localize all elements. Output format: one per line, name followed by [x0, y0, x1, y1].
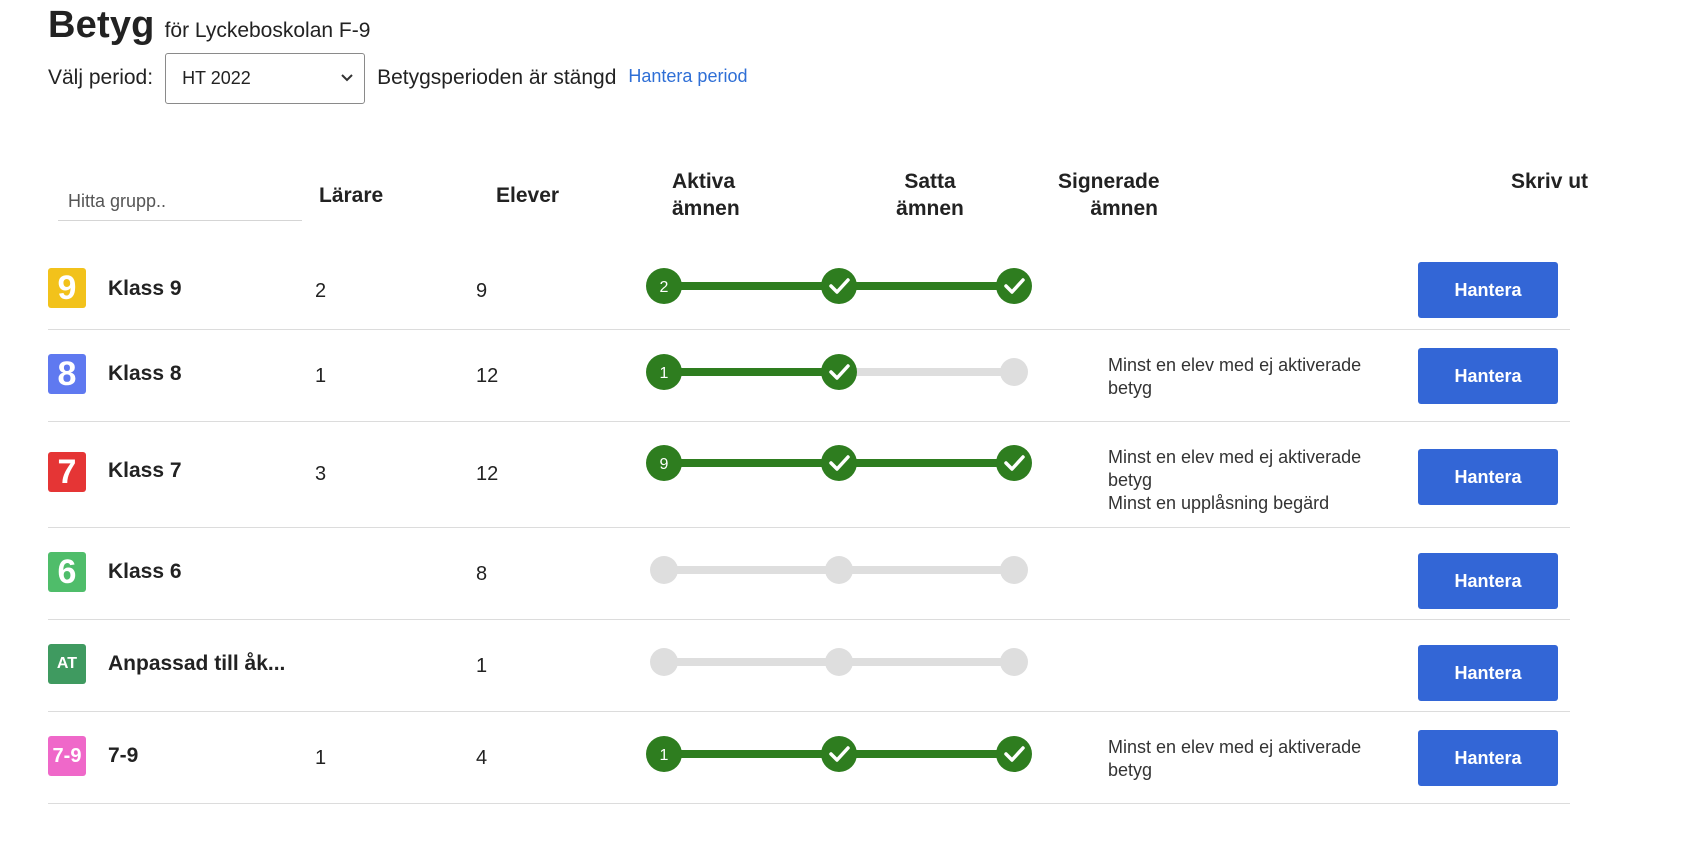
signed-step	[1000, 648, 1028, 676]
group-name: 7-9	[108, 744, 139, 767]
status-notes: Minst en elev med ej aktiverade betyg	[1108, 354, 1398, 400]
column-signed-line2: ämnen	[1090, 197, 1158, 220]
group-badge: 7	[48, 452, 86, 492]
status-notes: Minst en elev med ej aktiverade betyg	[1108, 736, 1398, 782]
manage-button[interactable]: Hantera	[1418, 348, 1558, 404]
group-search-input[interactable]	[58, 182, 302, 220]
set-step	[821, 445, 857, 481]
period-bar: Välj period: HT 2022 Betygsperioden är s…	[48, 52, 747, 104]
student-count: 4	[476, 747, 488, 769]
column-active: Aktiva ämnen	[672, 168, 740, 222]
set-step	[825, 556, 853, 584]
grading-progress: 9	[646, 445, 1032, 481]
table-header: Lärare Elever Aktiva ämnen Satta ämnen S…	[0, 168, 1683, 228]
group-badge: AT	[48, 644, 86, 684]
page-subtitle: för Lyckeboskolan F-9	[164, 19, 371, 42]
column-set: Satta ämnen	[880, 168, 980, 222]
manage-button[interactable]: Hantera	[1418, 262, 1558, 318]
group-search	[58, 182, 302, 221]
set-step	[821, 736, 857, 772]
teacher-count: 1	[315, 747, 327, 769]
grading-progress: 1	[646, 736, 1032, 772]
group-name: Klass 6	[108, 560, 182, 583]
manage-button[interactable]: Hantera	[1418, 553, 1558, 609]
manage-button[interactable]: Hantera	[1418, 645, 1558, 701]
period-label: Välj period:	[48, 66, 154, 89]
status-note: betyg	[1108, 470, 1153, 490]
table-row: 9 Klass 9 2 9 2 Hantera	[48, 236, 1570, 330]
group-name: Klass 9	[108, 277, 182, 300]
signed-step	[996, 445, 1032, 481]
group-badge: 8	[48, 354, 86, 394]
column-signed: Signerade ämnen	[1058, 168, 1160, 222]
table-row: 8 Klass 8 1 12 1 Minst en elev med ej ak…	[48, 329, 1570, 422]
group-badge: 6	[48, 552, 86, 592]
set-step	[825, 648, 853, 676]
column-signed-line1: Signerade	[1058, 170, 1160, 193]
table-row: AT Anpassad till åk... 1 Hantera	[48, 619, 1570, 712]
status-note: Minst en elev med ej aktiverade	[1108, 355, 1362, 375]
page-header: Betyg för Lyckeboskolan F-9	[48, 4, 370, 47]
group-name: Anpassad till åk...	[108, 652, 286, 675]
column-active-line1: Aktiva	[672, 170, 736, 193]
status-note: Minst en elev med ej aktiverade	[1108, 447, 1362, 467]
group-badge: 7-9	[48, 736, 86, 776]
set-step	[821, 268, 857, 304]
set-step	[821, 354, 857, 390]
column-teachers: Lärare	[319, 184, 384, 207]
manage-button[interactable]: Hantera	[1418, 730, 1558, 786]
status-note: Minst en elev med ej aktiverade	[1108, 737, 1362, 757]
table-row: 6 Klass 6 8 Hantera	[48, 527, 1570, 620]
teacher-count: 1	[315, 365, 327, 387]
student-count: 9	[476, 280, 488, 302]
status-note: betyg	[1108, 378, 1153, 398]
column-set-line1: Satta	[904, 170, 956, 193]
manage-button[interactable]: Hantera	[1418, 449, 1558, 505]
signed-step	[996, 268, 1032, 304]
status-note: betyg	[1108, 760, 1153, 780]
teacher-count: 2	[315, 280, 327, 302]
status-notes: Minst en elev med ej aktiverade betyg Mi…	[1108, 446, 1398, 515]
student-count: 12	[476, 463, 499, 485]
grading-progress: 2	[646, 268, 1032, 304]
column-active-line2: ämnen	[672, 197, 740, 220]
grading-progress	[650, 556, 1028, 584]
active-count: 2	[660, 279, 669, 296]
column-students: Elever	[496, 184, 560, 207]
table-row: 7 Klass 7 3 12 9 Minst en elev med ej ak…	[48, 421, 1570, 528]
grading-progress: 1	[646, 354, 1028, 390]
table-row: 7-9 7-9 1 4 1 Minst en elev med ej aktiv…	[48, 711, 1570, 804]
column-set-line2: ämnen	[896, 197, 964, 220]
chevron-down-icon	[340, 71, 354, 86]
column-print: Skriv ut	[1511, 170, 1589, 193]
period-select-value: HT 2022	[182, 67, 251, 88]
signed-step	[1000, 358, 1028, 386]
page-title: Betyg	[48, 4, 155, 46]
student-count: 12	[476, 365, 499, 387]
active-count: 1	[660, 747, 669, 764]
active-count: 1	[660, 365, 669, 382]
period-status: Betygsperioden är stängd	[377, 66, 617, 89]
active-step	[650, 556, 678, 584]
group-badge: 9	[48, 268, 86, 308]
active-count: 9	[660, 456, 669, 473]
signed-step	[996, 736, 1032, 772]
student-count: 1	[476, 655, 488, 677]
active-step	[650, 648, 678, 676]
manage-period-link[interactable]: Hantera period	[628, 66, 747, 87]
group-name: Klass 7	[108, 459, 182, 482]
group-name: Klass 8	[108, 362, 182, 385]
signed-step	[1000, 556, 1028, 584]
period-select[interactable]: HT 2022	[165, 52, 366, 104]
grading-progress	[650, 648, 1028, 676]
status-note: Minst en upplåsning begärd	[1108, 493, 1330, 513]
teacher-count: 3	[315, 463, 327, 485]
student-count: 8	[476, 563, 488, 585]
